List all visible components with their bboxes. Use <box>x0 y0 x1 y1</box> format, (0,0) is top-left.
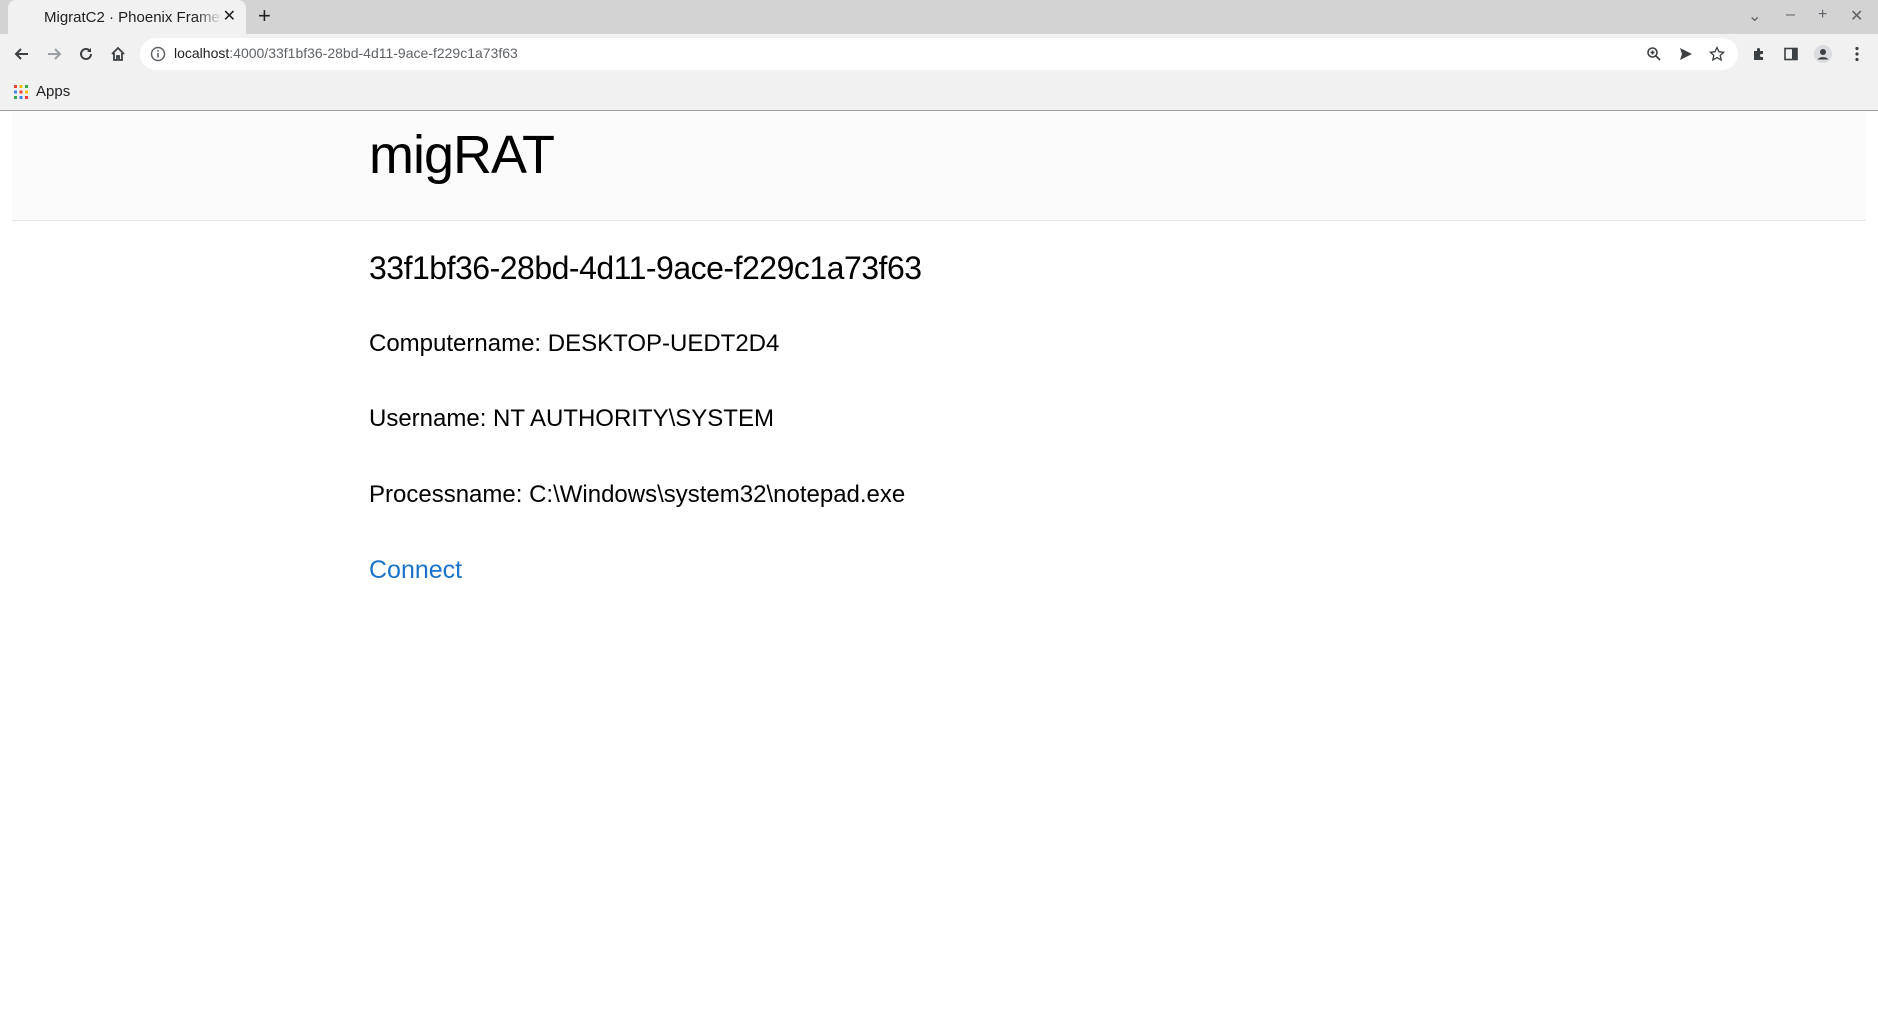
tab-search-icon[interactable]: ⌄ <box>1748 6 1761 26</box>
profile-icon[interactable] <box>1811 42 1835 66</box>
processname-field: Processname: C:\Windows\system32\notepad… <box>369 481 906 508</box>
url-text: localhost:4000/33f1bf36-28bd-4d11-9ace-f… <box>174 45 518 61</box>
send-icon[interactable] <box>1678 46 1694 67</box>
minimize-icon[interactable]: – <box>1786 6 1795 24</box>
home-icon[interactable] <box>106 42 130 66</box>
url-path: :4000/33f1bf36-28bd-4d11-9ace-f229c1a73f… <box>229 45 518 61</box>
site-header: migRAT <box>12 112 1866 221</box>
zoom-icon[interactable] <box>1646 46 1662 67</box>
tab-close-icon[interactable]: ✕ <box>223 8 236 26</box>
kebab-menu-icon[interactable] <box>1845 42 1869 66</box>
bookmarks-bar: Apps <box>0 74 1878 111</box>
url-host: localhost <box>174 45 230 61</box>
browser-tab[interactable]: MigratC2 · Phoenix Framework ✕ <box>8 0 246 34</box>
maximize-icon[interactable]: + <box>1818 6 1827 24</box>
username-field: Username: NT AUTHORITY\SYSTEM <box>369 405 774 432</box>
back-arrow-icon[interactable] <box>10 42 34 66</box>
agent-details: 33f1bf36-28bd-4d11-9ace-f229c1a73f63 Com… <box>369 250 922 584</box>
tab-title: MigratC2 · Phoenix Framework <box>44 8 222 26</box>
star-icon[interactable] <box>1708 45 1726 67</box>
agent-id-heading: 33f1bf36-28bd-4d11-9ace-f229c1a73f63 <box>369 250 922 286</box>
puzzle-icon[interactable] <box>1747 42 1771 66</box>
address-bar[interactable]: localhost:4000/33f1bf36-28bd-4d11-9ace-f… <box>140 38 1738 70</box>
info-icon[interactable] <box>150 46 166 67</box>
apps-grid-icon <box>14 84 28 99</box>
close-window-icon[interactable]: ✕ <box>1850 6 1863 26</box>
side-panel-icon[interactable] <box>1779 42 1803 66</box>
connect-link[interactable]: Connect <box>369 556 462 585</box>
browser-toolbar: localhost:4000/33f1bf36-28bd-4d11-9ace-f… <box>0 34 1878 74</box>
new-tab-icon[interactable]: + <box>258 5 271 27</box>
computername-field: Computername: DESKTOP-UEDT2D4 <box>369 330 780 357</box>
brand-title: migRAT <box>369 125 555 185</box>
tab-strip: MigratC2 · Phoenix Framework ✕ + ⌄ – + ✕ <box>0 0 1878 34</box>
forward-arrow-icon[interactable] <box>42 42 66 66</box>
apps-bookmark[interactable]: Apps <box>14 83 70 100</box>
apps-label: Apps <box>36 83 71 100</box>
reload-icon[interactable] <box>74 42 98 66</box>
